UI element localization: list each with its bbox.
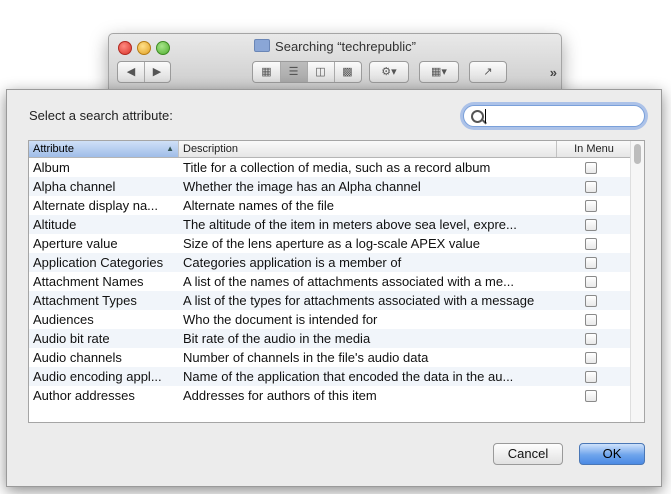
in-menu-checkbox[interactable] <box>585 219 597 231</box>
description-cell: The altitude of the item in meters above… <box>183 217 517 232</box>
scrollbar-thumb[interactable] <box>634 144 641 164</box>
description-cell: Number of channels in the file's audio d… <box>183 350 429 365</box>
in-menu-checkbox[interactable] <box>585 371 597 383</box>
description-cell: A list of the types for attachments asso… <box>183 293 535 308</box>
attribute-cell: Author addresses <box>33 388 135 403</box>
description-cell: Bit rate of the audio in the media <box>183 331 371 346</box>
share-button[interactable]: ↗ <box>469 61 507 83</box>
folder-icon <box>254 39 271 52</box>
in-menu-checkbox[interactable] <box>585 162 597 174</box>
search-icon <box>471 110 484 123</box>
ok-button[interactable]: OK <box>579 443 645 465</box>
attribute-cell: Audiences <box>33 312 94 327</box>
search-attribute-sheet: Select a search attribute: Attribute ▲ D… <box>6 89 662 487</box>
column-header-attribute[interactable]: Attribute ▲ <box>29 141 179 157</box>
back-forward-control[interactable]: ◀ ▶ <box>117 61 171 83</box>
attribute-cell: Album <box>33 160 70 175</box>
table-row[interactable]: Application Categories Categories applica… <box>29 253 631 272</box>
column-header-description-label: Description <box>183 143 239 155</box>
table-row[interactable]: Attachment Types A list of the types for … <box>29 291 631 310</box>
share-icon: ↗ <box>483 66 493 78</box>
arrange-grid-icon: ▦▾ <box>431 66 447 78</box>
attribute-cell: Audio encoding appl... <box>33 369 162 384</box>
in-menu-checkbox[interactable] <box>585 352 597 364</box>
description-cell: A list of the names of attachments assoc… <box>183 274 514 289</box>
attribute-cell: Alpha channel <box>33 179 116 194</box>
attribute-cell: Application Categories <box>33 255 164 270</box>
arrange-menu-button[interactable]: ▦▾ <box>419 61 459 83</box>
attribute-search-field[interactable] <box>463 105 645 127</box>
table-row[interactable]: Audio bit rate Bit rate of the audio in t… <box>29 329 631 348</box>
attribute-table[interactable]: Attribute ▲ Description In Menu Album Tit… <box>28 140 645 423</box>
attribute-cell: Altitude <box>33 217 77 232</box>
back-arrow-icon[interactable]: ◀ <box>119 62 145 82</box>
table-row[interactable]: Attachment Names A list of the names of a… <box>29 272 631 291</box>
column-header-attribute-label: Attribute <box>33 143 74 155</box>
description-cell: Addresses for authors of this item <box>183 388 377 403</box>
table-row[interactable]: Aperture value Size of the lens aperture … <box>29 234 631 253</box>
list-view-icon[interactable]: ☰ <box>280 62 308 82</box>
vertical-scrollbar[interactable] <box>630 141 644 422</box>
view-mode-control[interactable]: ▦ ☰ ◫ ▩ <box>252 61 362 83</box>
attribute-cell: Audio bit rate <box>33 331 110 346</box>
table-row[interactable]: Audiences Who the document is intended fo… <box>29 310 631 329</box>
sort-ascending-icon: ▲ <box>166 144 174 153</box>
description-cell: Title for a collection of media, such as… <box>183 160 491 175</box>
attribute-cell: Alternate display na... <box>33 198 159 213</box>
in-menu-checkbox[interactable] <box>585 276 597 288</box>
table-row[interactable]: Altitude The altitude of the item in mete… <box>29 215 631 234</box>
in-menu-checkbox[interactable] <box>585 314 597 326</box>
column-header-description[interactable]: Description <box>179 141 557 157</box>
in-menu-checkbox[interactable] <box>585 181 597 193</box>
table-header: Attribute ▲ Description In Menu <box>29 141 631 158</box>
column-view-icon[interactable]: ◫ <box>308 62 335 82</box>
table-row[interactable]: Audio channels Number of channels in the … <box>29 348 631 367</box>
attribute-cell: Attachment Names <box>33 274 144 289</box>
table-body: Album Title for a collection of media, su… <box>29 158 631 405</box>
coverflow-view-icon[interactable]: ▩ <box>335 62 361 82</box>
table-row[interactable]: Alternate display na... Alternate names o… <box>29 196 631 215</box>
description-cell: Categories application is a member of <box>183 255 402 270</box>
toolbar-overflow-icon[interactable]: » <box>550 65 557 80</box>
in-menu-checkbox[interactable] <box>585 238 597 250</box>
table-row[interactable]: Alpha channel Whether the image has an Al… <box>29 177 631 196</box>
description-cell: Whether the image has an Alpha channel <box>183 179 421 194</box>
table-row[interactable]: Author addresses Addresses for authors of… <box>29 386 631 405</box>
description-cell: Size of the lens aperture as a log-scale… <box>183 236 481 251</box>
attribute-cell: Audio channels <box>33 350 122 365</box>
cancel-button[interactable]: Cancel <box>493 443 563 465</box>
attribute-cell: Attachment Types <box>33 293 137 308</box>
in-menu-checkbox[interactable] <box>585 333 597 345</box>
finder-window: Searching “techrepublic” ◀ ▶ ▦ ☰ ◫ ▩ ⚙▾ ▦▾ ↗… <box>108 33 562 97</box>
action-menu-button[interactable]: ⚙▾ <box>369 61 409 83</box>
description-cell: Name of the application that encoded the… <box>183 369 514 384</box>
column-header-in-menu[interactable]: In Menu <box>557 141 631 157</box>
column-header-in-menu-label: In Menu <box>574 143 614 155</box>
in-menu-checkbox[interactable] <box>585 295 597 307</box>
in-menu-checkbox[interactable] <box>585 200 597 212</box>
table-row[interactable]: Album Title for a collection of media, su… <box>29 158 631 177</box>
search-input[interactable] <box>486 108 640 125</box>
table-row[interactable]: Audio encoding appl... Name of the applic… <box>29 367 631 386</box>
icon-view-icon[interactable]: ▦ <box>254 62 281 82</box>
description-cell: Who the document is intended for <box>183 312 378 327</box>
attribute-cell: Aperture value <box>33 236 118 251</box>
description-cell: Alternate names of the file <box>183 198 335 213</box>
in-menu-checkbox[interactable] <box>585 257 597 269</box>
dialog-prompt: Select a search attribute: <box>29 108 173 123</box>
window-title-text: Searching “techrepublic” <box>275 39 416 54</box>
window-title: Searching “techrepublic” <box>109 39 561 54</box>
in-menu-checkbox[interactable] <box>585 390 597 402</box>
gear-icon: ⚙▾ <box>381 66 397 78</box>
forward-arrow-icon[interactable]: ▶ <box>145 62 170 82</box>
